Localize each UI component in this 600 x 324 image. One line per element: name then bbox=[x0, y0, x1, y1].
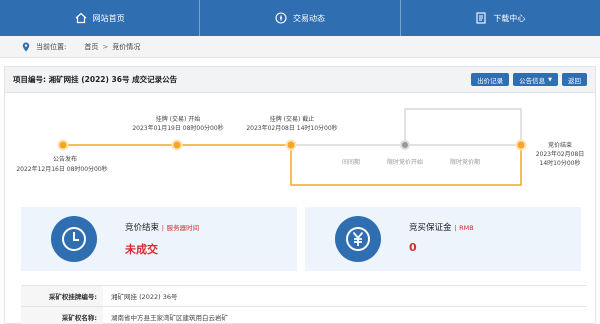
nav-item-label: 交易动态 bbox=[292, 13, 325, 23]
deposit-card: 竞买保证金 | RMB 0 bbox=[305, 207, 581, 271]
bid-record-label: 出价记录 bbox=[477, 76, 504, 85]
result-title-text: 竞价结束 bbox=[125, 223, 160, 233]
main-panel: 项目编号: 湘矿网挂 (2022) 36号 成交记录公告 出价记录 公告信息 ▼ … bbox=[4, 66, 596, 324]
timeline-node-publish bbox=[57, 139, 69, 151]
info-value: 湖南省中方县王家湾矿区建筑用白云岩矿 bbox=[111, 314, 228, 322]
location-pin-icon bbox=[22, 42, 30, 51]
deposit-value: 0 bbox=[409, 241, 417, 254]
deposit-unit: RMB bbox=[459, 224, 474, 232]
timeline-graphic bbox=[57, 108, 527, 186]
nav-item-home[interactable]: 网站首页 bbox=[0, 0, 201, 36]
table-row: 采矿权挂牌编号: 湘矿网挂 (2022) 36号 bbox=[21, 286, 587, 307]
nav-item-label: 下载中心 bbox=[493, 13, 526, 23]
nav-item-label: 网站首页 bbox=[92, 13, 125, 23]
timeline-node-end bbox=[285, 139, 297, 151]
deposit-card-title: 竞买保证金 | RMB bbox=[409, 221, 474, 233]
result-card-title: 竞价结束 | 服务器时间 bbox=[125, 221, 199, 233]
table-row: 采矿权名称: 湖南省中方县王家湾矿区建筑用白云岩矿 bbox=[21, 307, 587, 324]
breadcrumb-prefix: 当前位置: bbox=[36, 42, 67, 51]
back-button[interactable]: 返回 bbox=[562, 73, 587, 86]
result-status: 未成交 bbox=[125, 243, 158, 256]
timeline-start-time: 2023年01月19日 08时00分00秒 bbox=[132, 125, 224, 132]
timeline: 公告发布 2022年12月16日 08时00分00秒 挂牌 (交易) 开始 20… bbox=[5, 93, 597, 197]
timeline-node-bid-start bbox=[400, 140, 410, 150]
timeline-finish-title: 竞价结束 bbox=[547, 142, 572, 149]
timeline-finish-time: 14时10分00秒 bbox=[539, 160, 581, 167]
timeline-interval-label: 间间期 bbox=[341, 159, 360, 166]
clock-icon bbox=[51, 216, 97, 262]
nav-item-download[interactable]: 下载中心 bbox=[401, 0, 600, 36]
panel-header: 项目编号: 湘矿网挂 (2022) 36号 成交记录公告 出价记录 公告信息 ▼ … bbox=[5, 67, 595, 93]
breadcrumb-separator: > bbox=[102, 42, 109, 51]
timeline-end-title: 挂牌 (交易) 截止 bbox=[269, 116, 315, 123]
timeline-node-start bbox=[171, 139, 183, 151]
info-key: 采矿权挂牌编号: bbox=[21, 286, 103, 306]
yuan-icon bbox=[335, 216, 381, 262]
document-icon bbox=[475, 12, 487, 24]
breadcrumb-home[interactable]: 首页 bbox=[84, 42, 98, 52]
timeline-bid-start-label: 限时竞价开始 bbox=[386, 159, 423, 166]
info-key: 采矿权名称: bbox=[21, 307, 103, 324]
back-label: 返回 bbox=[568, 76, 581, 85]
server-time-note: 服务器时间 bbox=[166, 224, 200, 232]
timeline-gray-bracket bbox=[404, 108, 522, 145]
info-table: 采矿权挂牌编号: 湘矿网挂 (2022) 36号 采矿权名称: 湖南省中方县王家… bbox=[21, 285, 587, 324]
home-icon bbox=[75, 12, 87, 24]
timeline-finish-date: 2023年02月08日 bbox=[535, 151, 585, 158]
info-value: 湘矿网挂 (2022) 36号 bbox=[111, 293, 178, 301]
timeline-start-title: 挂牌 (交易) 开始 bbox=[155, 116, 201, 123]
breadcrumb: 当前位置: 首页 > 竞价情况 bbox=[0, 36, 600, 58]
timeline-bid-period-label: 限时竞价期 bbox=[449, 159, 480, 166]
caret-down-icon: ▼ bbox=[548, 76, 552, 83]
breadcrumb-current: 竞价情况 bbox=[112, 42, 141, 51]
timeline-publish-time: 2022年12月16日 08时00分00秒 bbox=[16, 166, 108, 173]
top-nav: 网站首页 交易动态 下载中心 bbox=[0, 0, 600, 36]
deposit-title-text: 竞买保证金 bbox=[409, 223, 452, 233]
timeline-publish-title: 公告发布 bbox=[52, 156, 77, 163]
bid-record-button[interactable]: 出价记录 bbox=[471, 73, 510, 86]
deposit-separator: | bbox=[454, 224, 457, 232]
timeline-publish-label: 公告发布 bbox=[25, 155, 105, 164]
result-separator: | bbox=[161, 224, 164, 232]
announcement-label: 公告信息 bbox=[519, 76, 546, 85]
timeline-end-time: 2023年02月08日 14时10分00秒 bbox=[246, 125, 338, 132]
result-card: 竞价结束 | 服务器时间 未成交 bbox=[21, 207, 297, 271]
page-title: 项目编号: 湘矿网挂 (2022) 36号 成交记录公告 bbox=[13, 75, 178, 84]
announcement-dropdown-button[interactable]: 公告信息 ▼ bbox=[513, 73, 558, 86]
nav-item-trade-news[interactable]: 交易动态 bbox=[200, 0, 401, 36]
compass-icon bbox=[275, 12, 287, 24]
